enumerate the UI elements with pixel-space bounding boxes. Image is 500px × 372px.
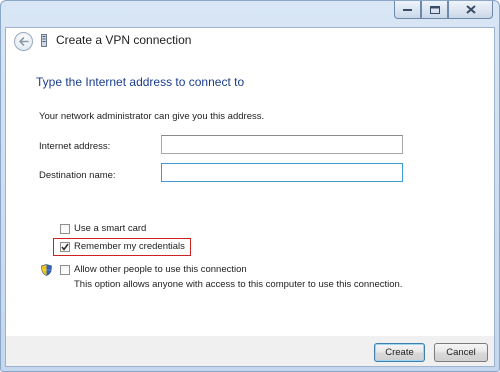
create-button[interactable]: Create (374, 343, 425, 362)
instruction-text: Your network administrator can give you … (39, 111, 265, 122)
wizard-title: Create a VPN connection (56, 33, 192, 47)
minimize-icon (403, 8, 412, 11)
smart-card-checkbox[interactable] (60, 224, 70, 234)
close-icon (465, 5, 476, 14)
minimize-button[interactable] (394, 1, 421, 19)
maximize-button[interactable] (421, 1, 448, 19)
destination-name-input[interactable] (161, 163, 403, 182)
allow-others-checkbox[interactable] (60, 265, 70, 275)
vpn-wizard-window: Create a VPN connection Type the Interne… (0, 0, 500, 372)
caption-buttons (394, 1, 493, 19)
back-arrow-icon (18, 37, 28, 46)
uac-shield-icon (41, 264, 52, 276)
vpn-connection-icon (41, 34, 47, 47)
internet-address-label: Internet address: (39, 141, 111, 152)
cancel-button[interactable]: Cancel (434, 343, 488, 362)
smart-card-label: Use a smart card (74, 223, 147, 234)
wizard-content: Create a VPN connection Type the Interne… (5, 27, 495, 337)
back-button[interactable] (14, 32, 33, 51)
page-heading: Type the Internet address to connect to (36, 75, 245, 89)
remember-credentials-label: Remember my credentials (74, 241, 185, 252)
maximize-icon (429, 5, 440, 14)
allow-others-label: Allow other people to use this connectio… (74, 264, 247, 275)
remember-credentials-checkbox[interactable] (60, 242, 70, 252)
destination-name-label: Destination name: (39, 170, 116, 181)
internet-address-input[interactable] (161, 135, 403, 154)
title-bar (1, 1, 499, 27)
checkmark-icon (61, 243, 69, 251)
button-bar: Create Cancel (5, 336, 495, 367)
close-button[interactable] (448, 1, 493, 19)
allow-others-description: This option allows anyone with access to… (74, 279, 403, 290)
